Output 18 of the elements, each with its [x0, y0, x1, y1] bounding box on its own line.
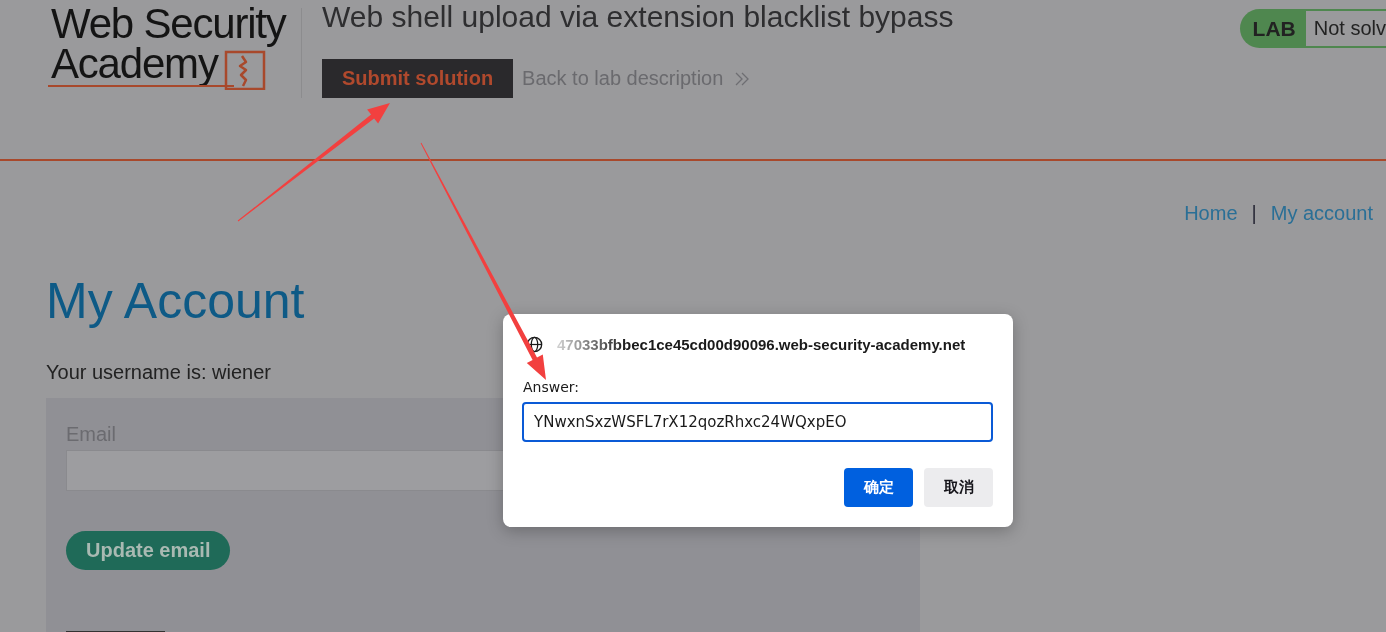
lab-badge-label: LAB — [1239, 9, 1306, 48]
site-origin-text: 47033bfbbec1ce45cd00d90096.web-security-academy.net — [557, 335, 966, 353]
update-email-button[interactable]: Update email — [66, 531, 231, 570]
logo-text: Academy — [50, 44, 218, 84]
confirm-button[interactable]: 确定 — [844, 468, 913, 507]
submit-solution-button[interactable]: Submit solution — [322, 59, 514, 98]
double-chevron-icon — [735, 71, 750, 86]
home-link[interactable]: Home — [1184, 201, 1238, 225]
username-text: Your username is: wiener — [46, 360, 271, 384]
cancel-button[interactable]: 取消 — [924, 468, 993, 507]
my-account-link[interactable]: My account — [1270, 201, 1373, 225]
lab-title: Web shell upload via extension blacklist bypass — [322, 0, 954, 34]
answer-label: Answer: — [523, 378, 580, 396]
answer-input[interactable]: YNwxnSxzWSFL7rX12qozRhxc24WQxpEO — [522, 402, 993, 442]
lab-status-text: Not solv — [1305, 9, 1386, 48]
logo-mark-icon — [223, 50, 266, 90]
nav-separator: | — [1251, 201, 1257, 225]
page-heading: My Account — [46, 272, 305, 330]
